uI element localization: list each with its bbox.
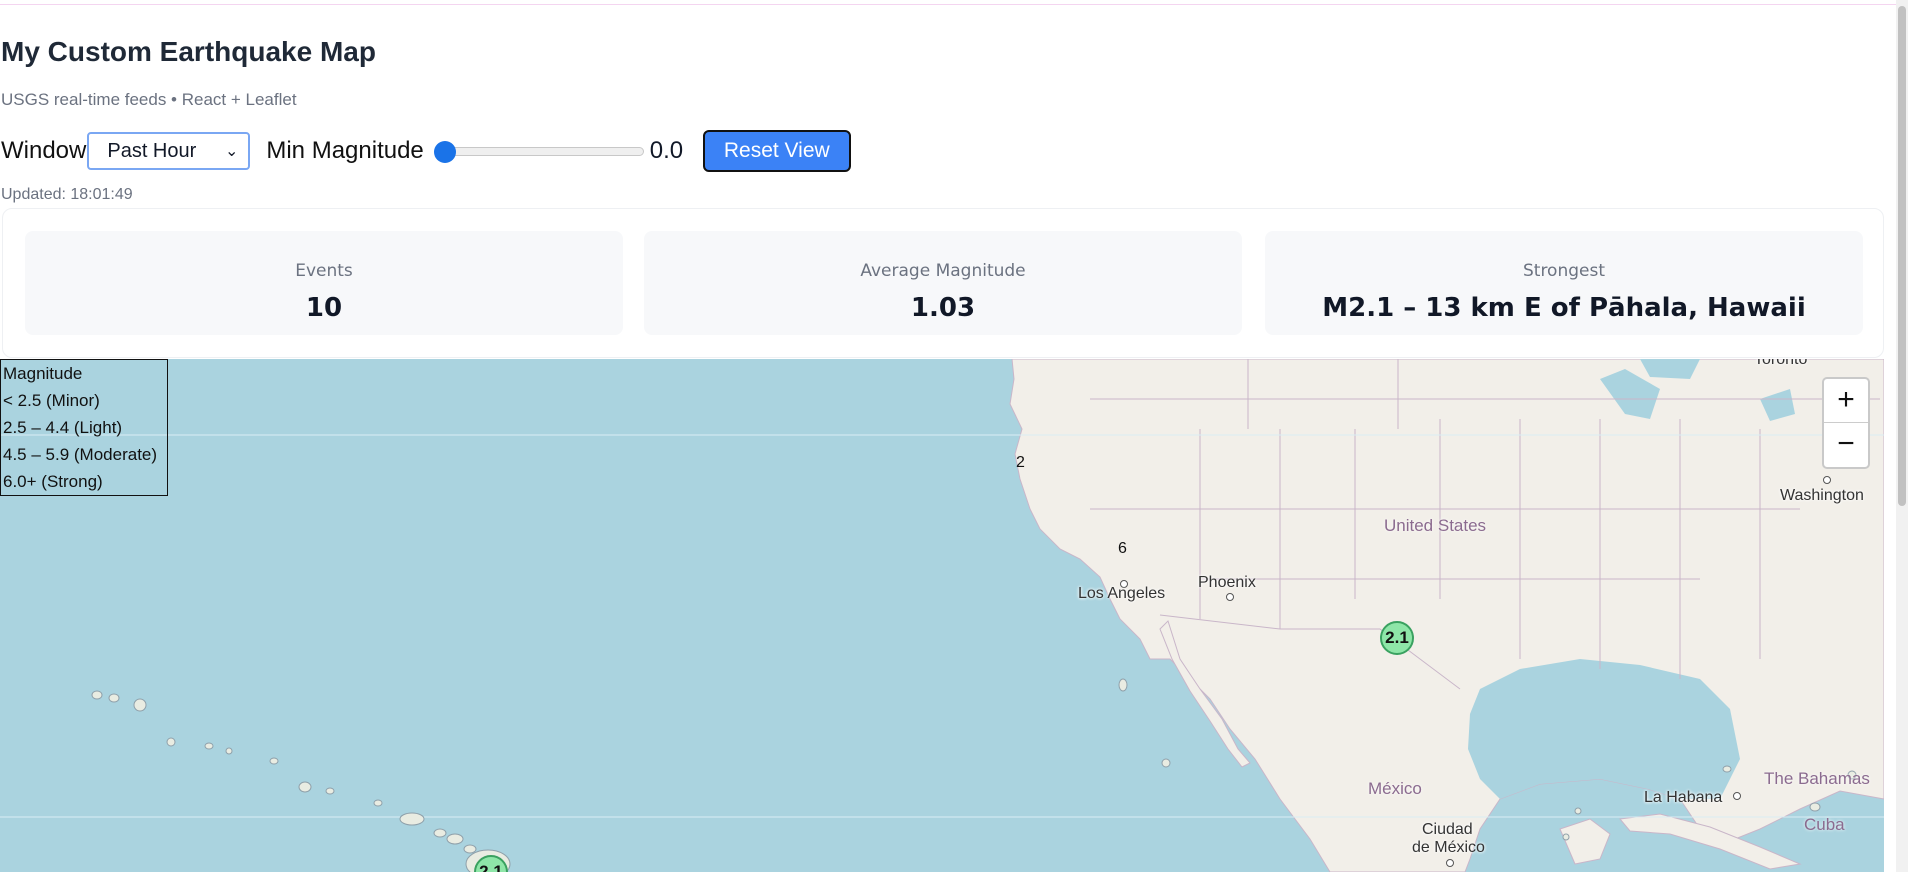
magnitude-legend: Magnitude < 2.5 (Minor) 2.5 – 4.4 (Light… (0, 359, 168, 496)
page-subtitle: USGS real-time feeds • React + Leaflet (1, 90, 297, 109)
stat-value: 1.03 (910, 293, 976, 323)
place-label: de México (1412, 839, 1485, 856)
stat-label: Events (295, 261, 353, 281)
stat-card-events: Events 10 (25, 231, 623, 335)
legend-item-minor: < 2.5 (Minor) (3, 391, 100, 410)
slider-track (437, 147, 644, 156)
top-border (0, 0, 1908, 5)
place-label: La Habana (1644, 789, 1723, 806)
window-select[interactable]: Past Hour ⌄ (87, 132, 251, 170)
city-dot-icon (1733, 792, 1741, 800)
country-label: The Bahamas (1764, 769, 1870, 788)
stat-value: 10 (305, 293, 343, 323)
page-scrollbar[interactable] (1896, 0, 1908, 872)
zoom-out-button[interactable]: − (1824, 423, 1868, 467)
legend-title: Magnitude (3, 364, 83, 383)
controls-bar: Window Past Hour ⌄ Min Magnitude 0.0 Res… (1, 130, 851, 172)
legend-item-strong: 6.0+ (Strong) (3, 472, 103, 491)
city-dot-icon (1226, 593, 1234, 601)
zoom-control: + − (1822, 377, 1870, 469)
earthquake-marker[interactable]: 2.1 (1380, 621, 1414, 655)
stat-label: Strongest (1522, 261, 1606, 281)
scrollbar-thumb[interactable] (1898, 6, 1906, 506)
stat-card-average-magnitude: Average Magnitude 1.03 (644, 231, 1242, 335)
min-magnitude-label: Min Magnitude (266, 137, 424, 164)
updated-timestamp: Updated: 18:01:49 (1, 186, 133, 203)
stat-card-strongest: Strongest M2.1 – 13 km E of Pāhala, Hawa… (1265, 231, 1863, 335)
legend-item-moderate: 4.5 – 5.9 (Moderate) (3, 445, 158, 464)
place-label: Los Angeles (1078, 585, 1166, 602)
window-label: Window (1, 137, 87, 164)
zoom-in-button[interactable]: + (1824, 379, 1868, 423)
place-label: Washington (1780, 487, 1864, 504)
place-label: Phoenix (1198, 574, 1256, 591)
place-label: Toronto (1754, 359, 1808, 368)
min-magnitude-value: 0.0 (649, 137, 684, 164)
stat-value: M2.1 – 13 km E of Pāhala, Hawaii (1322, 293, 1806, 323)
earthquake-map[interactable]: Magnitude < 2.5 (Minor) 2.5 – 4.4 (Light… (0, 359, 1884, 872)
city-dot-icon (1446, 859, 1454, 867)
country-label: México (1368, 779, 1422, 798)
cluster-marker[interactable]: 2 (1016, 454, 1025, 472)
window-selected-value: Past Hour (107, 139, 197, 162)
place-label: Ciudad (1422, 821, 1473, 838)
country-label: Cuba (1804, 815, 1845, 834)
reset-view-button[interactable]: Reset View (702, 130, 851, 172)
city-dot-icon (1823, 476, 1831, 484)
min-magnitude-slider[interactable] (430, 141, 644, 163)
stats-panel: Events 10 Average Magnitude 1.03 Stronge… (2, 208, 1884, 358)
stat-label: Average Magnitude (860, 261, 1026, 281)
country-label: United States (1384, 516, 1487, 535)
chevron-down-icon: ⌄ (224, 143, 239, 160)
page-title: My Custom Earthquake Map (1, 36, 376, 67)
cluster-marker[interactable]: 6 (1118, 540, 1127, 558)
slider-thumb[interactable] (433, 141, 456, 163)
legend-item-light: 2.5 – 4.4 (Light) (3, 418, 123, 437)
map-tiles (0, 359, 1884, 872)
